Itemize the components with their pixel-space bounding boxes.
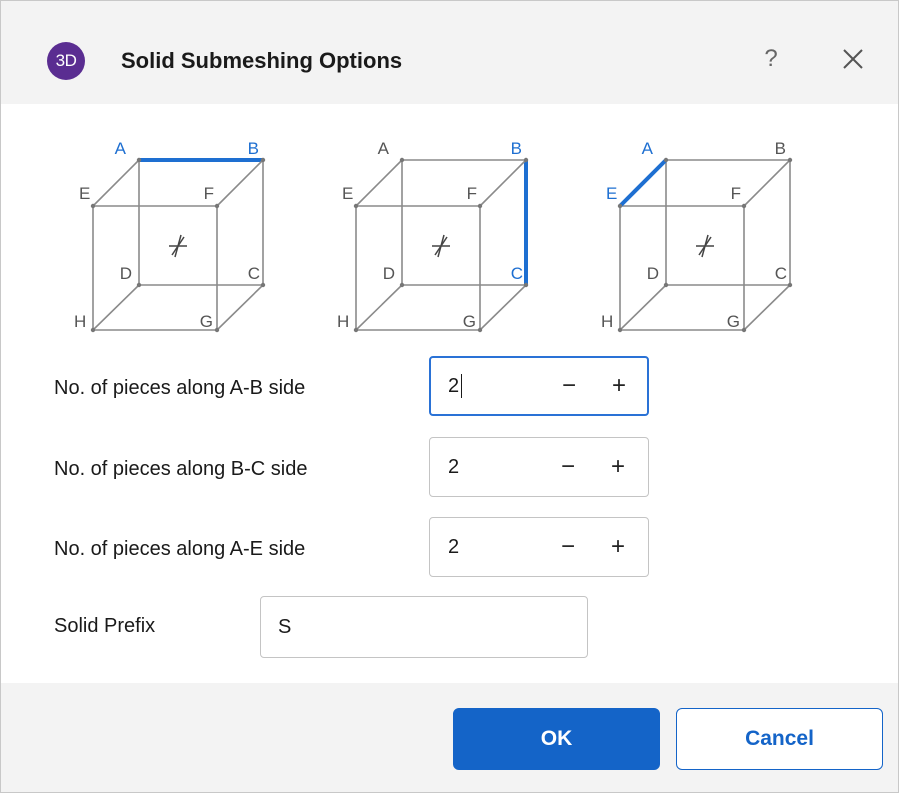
vertex-label-b: B (511, 139, 522, 158)
vertex-g (477, 327, 483, 333)
vertex-label-h: H (601, 312, 613, 331)
vertex-a (663, 157, 669, 163)
edge-a-e (355, 159, 403, 207)
vertex-g (741, 327, 747, 333)
solid-submeshing-dialog: 3D Solid Submeshing Options ? A B E F D C H G A… (0, 0, 899, 793)
cube-svg: A B E F D C H G (337, 139, 529, 333)
close-icon[interactable] (833, 39, 873, 79)
edge-d-h (355, 284, 403, 331)
ab-pieces-stepper[interactable]: 2 − + (429, 356, 649, 416)
app-3d-icon: 3D (47, 42, 85, 80)
ae-pieces-stepper[interactable]: 2 − + (429, 517, 649, 577)
vertex-g (214, 327, 220, 333)
edge-c-g (216, 284, 264, 331)
vertex-e (90, 203, 96, 209)
vertex-label-c: C (511, 264, 523, 283)
ae-pieces-label: No. of pieces along A-E side (54, 538, 306, 560)
cube-diagram-ab: A B E F D C H G (71, 133, 271, 333)
bc-increment-button[interactable]: + (600, 438, 636, 496)
vertex-label-f: F (467, 184, 477, 203)
vertex-a (136, 157, 142, 163)
ab-increment-button[interactable]: + (601, 358, 637, 414)
vertex-label-f: F (731, 184, 741, 203)
ab-pieces-label: No. of pieces along A-B side (54, 377, 306, 399)
cube-svg: A B E F D C H G (601, 139, 793, 333)
vertex-label-d: D (120, 264, 132, 283)
solid-prefix-value[interactable]: S (278, 597, 291, 657)
solid-prefix-input[interactable]: S (260, 596, 588, 658)
dialog-title: Solid Submeshing Options (121, 48, 403, 73)
vertex-e (353, 203, 359, 209)
ab-decrement-button[interactable]: − (551, 358, 587, 414)
vertex-label-b: B (775, 139, 786, 158)
edge-d-h (619, 284, 667, 331)
vertex-label-g: G (463, 312, 476, 331)
cancel-button[interactable]: Cancel (676, 708, 883, 770)
edge-b-f (479, 159, 527, 207)
edge-a-e (618, 158, 668, 208)
vertex-label-e: E (342, 184, 353, 203)
edge-a-e (92, 159, 140, 207)
vertex-label-b: B (248, 139, 259, 158)
solid-prefix-label: Solid Prefix (54, 615, 156, 637)
vertex-b (523, 157, 529, 163)
vertex-d (136, 282, 142, 288)
vertex-c (787, 282, 793, 288)
edge-b-f (216, 159, 264, 207)
vertex-b (260, 157, 266, 163)
bc-pieces-label: No. of pieces along B-C side (54, 458, 308, 480)
vertex-label-c: C (248, 264, 260, 283)
vertex-label-a: A (642, 139, 654, 158)
vertex-label-d: D (647, 264, 659, 283)
vertex-label-e: E (79, 184, 90, 203)
ok-button[interactable]: OK (453, 708, 660, 770)
edge-c-g (479, 284, 527, 331)
vertex-c (523, 282, 529, 288)
cube-diagram-ae: A B E F D C H G (598, 133, 798, 333)
edge-d-h (92, 284, 140, 331)
vertex-f (477, 203, 483, 209)
ae-increment-button[interactable]: + (600, 518, 636, 576)
vertex-label-h: H (74, 312, 86, 331)
vertex-d (663, 282, 669, 288)
vertex-e (617, 203, 623, 209)
vertex-c (260, 282, 266, 288)
vertex-h (353, 327, 359, 333)
bc-pieces-value[interactable]: 2 (448, 438, 459, 496)
edge-b-f (743, 159, 791, 207)
vertex-a (399, 157, 405, 163)
ab-pieces-value[interactable]: 2 (448, 358, 463, 414)
title-bar: 3D Solid Submeshing Options ? (1, 1, 898, 104)
vertex-label-c: C (775, 264, 787, 283)
vertex-h (90, 327, 96, 333)
edge-c-g (743, 284, 791, 331)
ae-pieces-value[interactable]: 2 (448, 518, 459, 576)
vertex-label-g: G (200, 312, 213, 331)
ae-decrement-button[interactable]: − (550, 518, 586, 576)
help-icon[interactable]: ? (753, 39, 789, 79)
cube-svg: A B E F D C H G (74, 139, 266, 333)
vertex-label-a: A (378, 139, 390, 158)
bc-pieces-stepper[interactable]: 2 − + (429, 437, 649, 497)
vertex-label-a: A (115, 139, 127, 158)
bc-decrement-button[interactable]: − (550, 438, 586, 496)
vertex-label-h: H (337, 312, 349, 331)
vertex-f (741, 203, 747, 209)
vertex-label-f: F (204, 184, 214, 203)
vertex-label-g: G (727, 312, 740, 331)
vertex-d (399, 282, 405, 288)
vertex-b (787, 157, 793, 163)
vertex-f (214, 203, 220, 209)
vertex-label-e: E (606, 184, 617, 203)
vertex-label-d: D (383, 264, 395, 283)
vertex-h (617, 327, 623, 333)
cube-diagram-bc: A B E F D C H G (334, 133, 534, 333)
